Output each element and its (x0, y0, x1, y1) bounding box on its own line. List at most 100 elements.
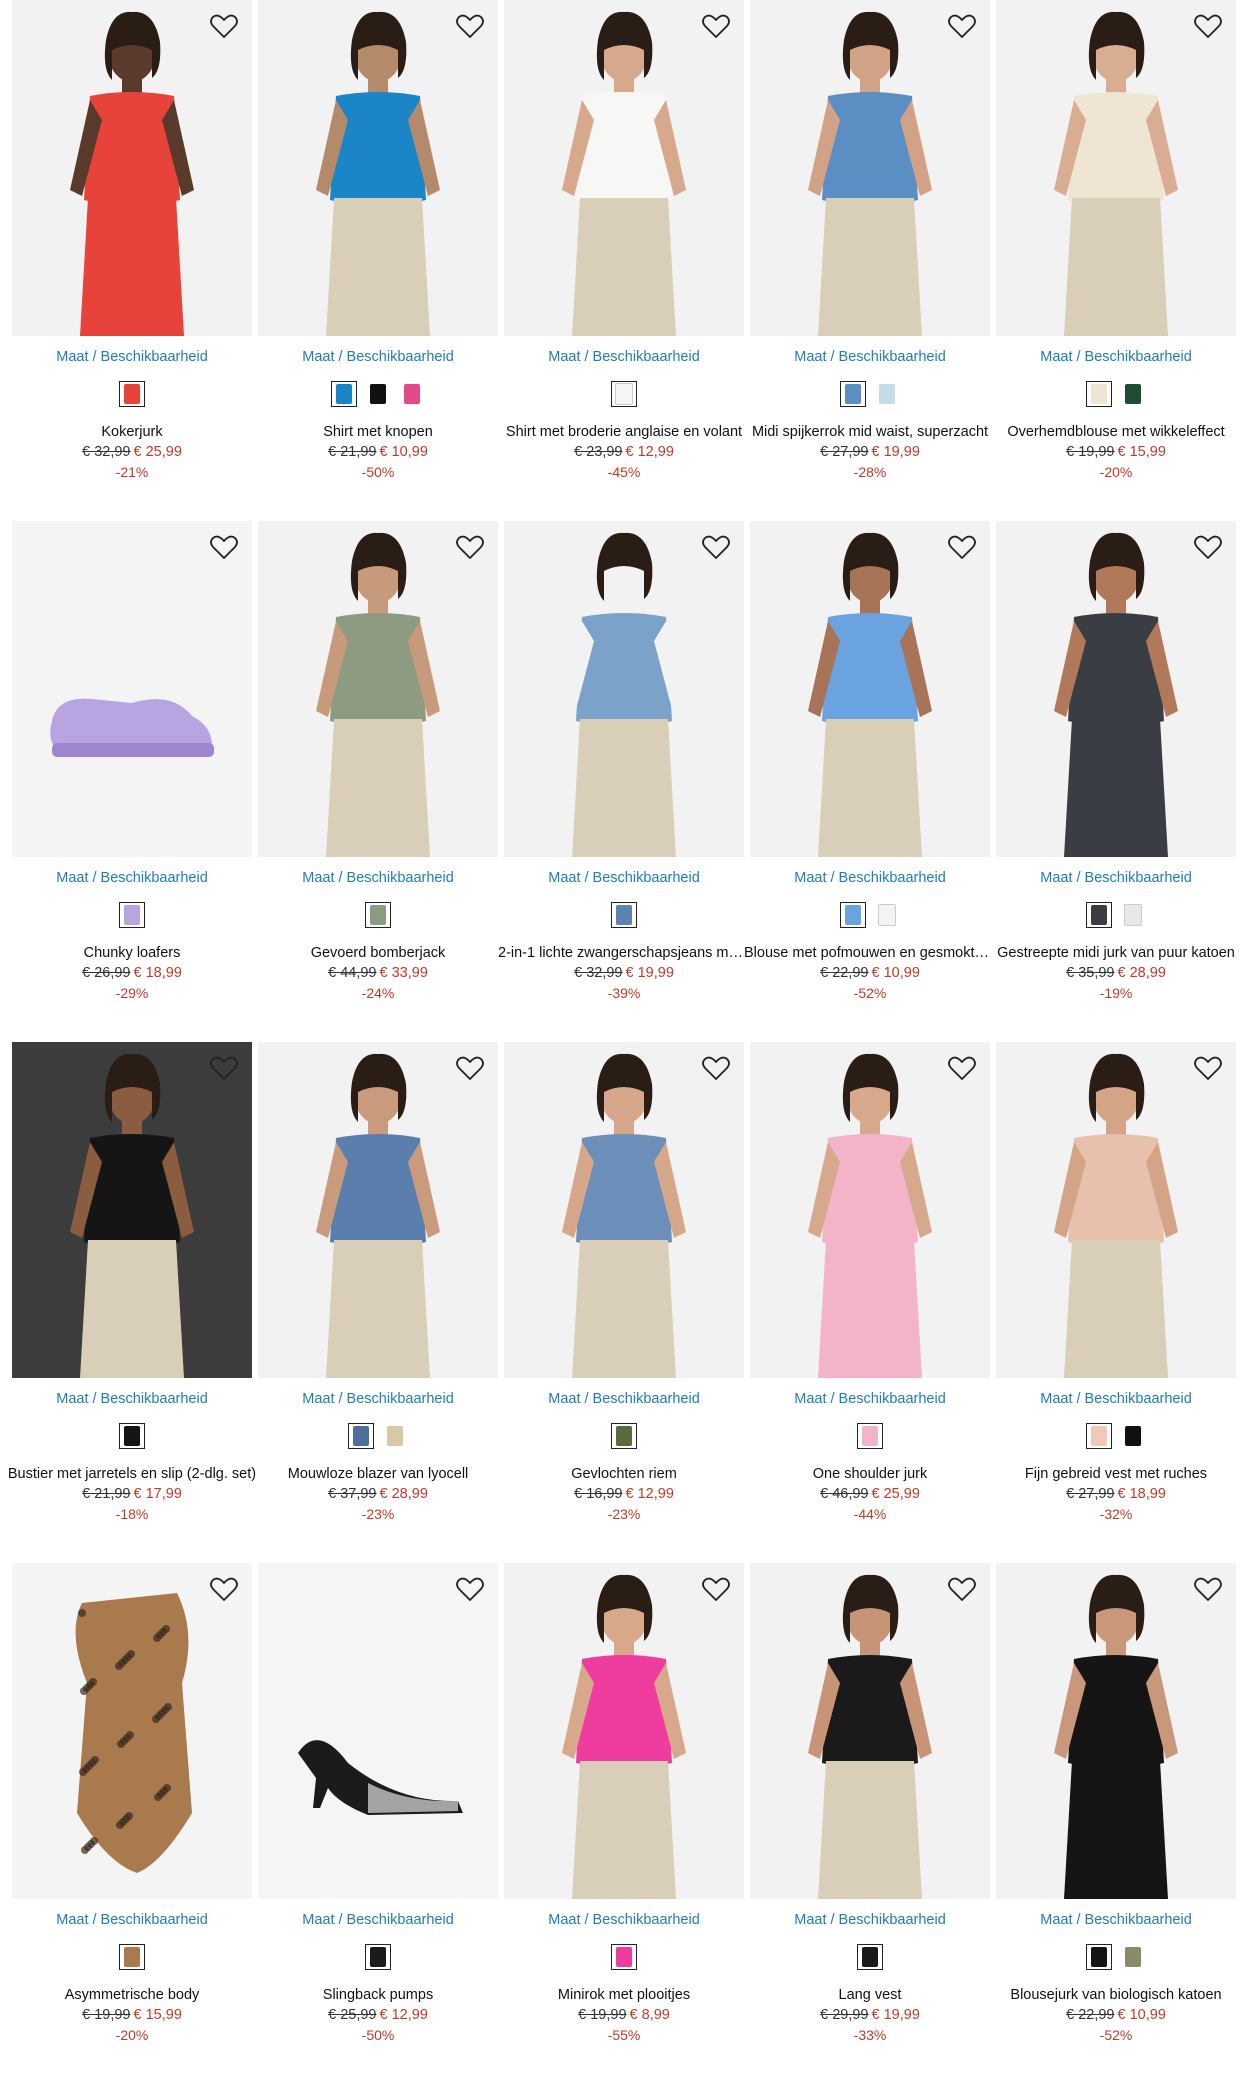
product-image[interactable] (504, 1563, 744, 1899)
color-swatch[interactable] (611, 902, 637, 928)
product-name[interactable]: Slingback pumps (252, 1987, 504, 2003)
size-availability-link[interactable]: Maat / Beschikbaarheid (12, 1912, 252, 1928)
size-availability-link[interactable]: Maat / Beschikbaarheid (258, 1391, 498, 1407)
product-name[interactable]: Gestreepte midi jurk van puur katoen (990, 945, 1242, 961)
size-availability-link[interactable]: Maat / Beschikbaarheid (504, 349, 744, 365)
product-name[interactable]: Bustier met jarretels en slip (2-dlg. se… (6, 1466, 258, 1482)
product-name[interactable]: Minirok met plooitjes (498, 1987, 750, 2003)
size-availability-link[interactable]: Maat / Beschikbaarheid (258, 1912, 498, 1928)
color-swatch[interactable] (119, 902, 145, 928)
size-availability-link[interactable]: Maat / Beschikbaarheid (258, 870, 498, 886)
color-swatch[interactable] (611, 381, 637, 407)
wishlist-heart-icon[interactable] (946, 10, 978, 42)
product-name[interactable]: Asymmetrische body (6, 1987, 258, 2003)
product-image[interactable] (258, 521, 498, 857)
size-availability-link[interactable]: Maat / Beschikbaarheid (504, 1912, 744, 1928)
color-swatch[interactable] (611, 1423, 637, 1449)
product-image[interactable] (996, 0, 1236, 336)
product-image[interactable] (12, 0, 252, 336)
product-image[interactable] (258, 0, 498, 336)
size-availability-link[interactable]: Maat / Beschikbaarheid (750, 1391, 990, 1407)
color-swatch[interactable] (331, 381, 357, 407)
product-card[interactable]: Maat / Beschikbaarheid Bustier met jarret… (8, 1042, 256, 1532)
color-swatch[interactable] (365, 381, 391, 407)
product-card[interactable]: Maat / Beschikbaarheid Blouse met pofmouw… (744, 521, 996, 1011)
wishlist-heart-icon[interactable] (454, 10, 486, 42)
color-swatch[interactable] (840, 902, 866, 928)
wishlist-heart-icon[interactable] (454, 531, 486, 563)
product-name[interactable]: Lang vest (744, 1987, 996, 2003)
product-card[interactable]: Maat / Beschikbaarheid Mouwloze blazer va… (258, 1042, 498, 1532)
product-name[interactable]: 2-in-1 lichte zwangerschapsjeans met bin… (498, 945, 750, 961)
color-swatch[interactable] (365, 902, 391, 928)
wishlist-heart-icon[interactable] (208, 531, 240, 563)
product-card[interactable]: Maat / Beschikbaarheid Minirok met plooit… (504, 1563, 744, 2053)
product-image[interactable] (12, 1563, 252, 1899)
product-image[interactable] (12, 521, 252, 857)
wishlist-heart-icon[interactable] (208, 10, 240, 42)
product-image[interactable] (750, 1563, 990, 1899)
size-availability-link[interactable]: Maat / Beschikbaarheid (12, 1391, 252, 1407)
product-image[interactable] (750, 0, 990, 336)
color-swatch[interactable] (1086, 381, 1112, 407)
color-swatch[interactable] (1120, 1944, 1146, 1970)
size-availability-link[interactable]: Maat / Beschikbaarheid (750, 1912, 990, 1928)
wishlist-heart-icon[interactable] (1192, 1573, 1224, 1605)
product-image[interactable] (996, 1563, 1236, 1899)
color-swatch[interactable] (348, 1423, 374, 1449)
wishlist-heart-icon[interactable] (946, 531, 978, 563)
product-name[interactable]: One shoulder jurk (744, 1466, 996, 1482)
color-swatch[interactable] (857, 1944, 883, 1970)
color-swatch[interactable] (365, 1944, 391, 1970)
product-name[interactable]: Overhemdblouse met wikkeleffect (990, 424, 1242, 440)
size-availability-link[interactable]: Maat / Beschikbaarheid (750, 870, 990, 886)
product-name[interactable]: Midi spijkerrok mid waist, superzacht (744, 424, 996, 440)
product-card[interactable]: Maat / Beschikbaarheid Slingback pumps € 2… (258, 1563, 498, 2053)
wishlist-heart-icon[interactable] (946, 1573, 978, 1605)
product-card[interactable]: Maat / Beschikbaarheid Shirt met broderie… (504, 0, 744, 490)
product-image[interactable] (258, 1042, 498, 1378)
product-name[interactable]: Gevoerd bomberjack (252, 945, 504, 961)
color-swatch[interactable] (1120, 1423, 1146, 1449)
product-image[interactable] (504, 1042, 744, 1378)
product-card[interactable]: Maat / Beschikbaarheid Gestreepte midi ju… (996, 521, 1236, 1011)
size-availability-link[interactable]: Maat / Beschikbaarheid (258, 349, 498, 365)
product-name[interactable]: Chunky loafers (6, 945, 258, 961)
wishlist-heart-icon[interactable] (700, 1052, 732, 1084)
product-image[interactable] (504, 521, 744, 857)
product-card[interactable]: Maat / Beschikbaarheid Gevoerd bomberjack… (258, 521, 498, 1011)
product-name[interactable]: Gevlochten riem (498, 1466, 750, 1482)
color-swatch[interactable] (1120, 381, 1146, 407)
color-swatch[interactable] (119, 1944, 145, 1970)
product-image[interactable] (750, 521, 990, 857)
product-card[interactable]: Maat / Beschikbaarheid Kokerjurk € 32,99 € … (12, 0, 252, 490)
wishlist-heart-icon[interactable] (208, 1052, 240, 1084)
size-availability-link[interactable]: Maat / Beschikbaarheid (996, 349, 1236, 365)
color-swatch[interactable] (857, 1423, 883, 1449)
wishlist-heart-icon[interactable] (454, 1573, 486, 1605)
size-availability-link[interactable]: Maat / Beschikbaarheid (12, 349, 252, 365)
wishlist-heart-icon[interactable] (946, 1052, 978, 1084)
color-swatch[interactable] (382, 1423, 408, 1449)
product-image[interactable] (996, 521, 1236, 857)
color-swatch[interactable] (1086, 902, 1112, 928)
wishlist-heart-icon[interactable] (454, 1052, 486, 1084)
product-card[interactable]: Maat / Beschikbaarheid Lang vest € 29,99 € … (750, 1563, 990, 2053)
size-availability-link[interactable]: Maat / Beschikbaarheid (504, 870, 744, 886)
product-name[interactable]: Mouwloze blazer van lyocell (252, 1466, 504, 1482)
product-image[interactable] (12, 1042, 252, 1378)
wishlist-heart-icon[interactable] (1192, 531, 1224, 563)
product-image[interactable] (504, 0, 744, 336)
wishlist-heart-icon[interactable] (700, 531, 732, 563)
wishlist-heart-icon[interactable] (1192, 1052, 1224, 1084)
product-image[interactable] (750, 1042, 990, 1378)
product-card[interactable]: Maat / Beschikbaarheid Midi spijkerrok mi… (750, 0, 990, 490)
wishlist-heart-icon[interactable] (700, 1573, 732, 1605)
product-name[interactable]: Shirt met knopen (252, 424, 504, 440)
color-swatch[interactable] (1120, 902, 1146, 928)
color-swatch[interactable] (874, 381, 900, 407)
product-card[interactable]: Maat / Beschikbaarheid Blousejurk van bio… (996, 1563, 1236, 2053)
product-name[interactable]: Kokerjurk (6, 424, 258, 440)
product-image[interactable] (996, 1042, 1236, 1378)
color-swatch[interactable] (119, 1423, 145, 1449)
